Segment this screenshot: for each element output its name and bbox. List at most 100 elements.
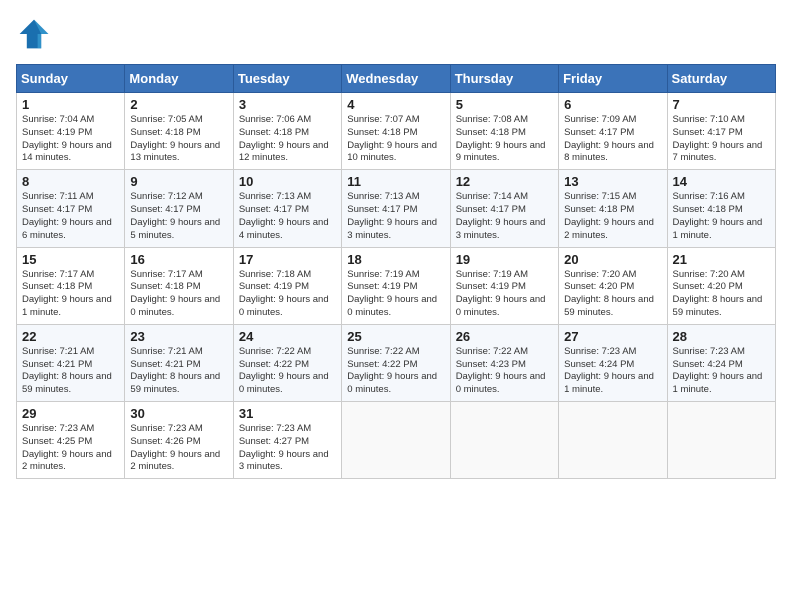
day-info: Sunrise: 7:17 AM Sunset: 4:18 PM Dayligh… <box>130 269 227 320</box>
day-info: Sunrise: 7:19 AM Sunset: 4:19 PM Dayligh… <box>347 269 444 320</box>
day-info: Sunrise: 7:07 AM Sunset: 4:18 PM Dayligh… <box>347 114 444 165</box>
day-info: Sunrise: 7:18 AM Sunset: 4:19 PM Dayligh… <box>239 269 336 320</box>
day-number: 2 <box>130 97 227 112</box>
calendar-cell <box>342 402 450 479</box>
day-info: Sunrise: 7:20 AM Sunset: 4:20 PM Dayligh… <box>673 269 770 320</box>
day-number: 18 <box>347 252 444 267</box>
day-number: 7 <box>673 97 770 112</box>
calendar-cell: 18 Sunrise: 7:19 AM Sunset: 4:19 PM Dayl… <box>342 247 450 324</box>
day-number: 1 <box>22 97 119 112</box>
day-info: Sunrise: 7:19 AM Sunset: 4:19 PM Dayligh… <box>456 269 553 320</box>
day-number: 29 <box>22 406 119 421</box>
day-number: 6 <box>564 97 661 112</box>
calendar-cell: 11 Sunrise: 7:13 AM Sunset: 4:17 PM Dayl… <box>342 170 450 247</box>
day-number: 23 <box>130 329 227 344</box>
calendar-cell: 17 Sunrise: 7:18 AM Sunset: 4:19 PM Dayl… <box>233 247 341 324</box>
calendar-cell <box>450 402 558 479</box>
calendar-week-3: 15 Sunrise: 7:17 AM Sunset: 4:18 PM Dayl… <box>17 247 776 324</box>
calendar-cell: 15 Sunrise: 7:17 AM Sunset: 4:18 PM Dayl… <box>17 247 125 324</box>
calendar-cell: 27 Sunrise: 7:23 AM Sunset: 4:24 PM Dayl… <box>559 324 667 401</box>
day-number: 14 <box>673 174 770 189</box>
calendar-cell <box>559 402 667 479</box>
day-info: Sunrise: 7:22 AM Sunset: 4:22 PM Dayligh… <box>347 346 444 397</box>
day-number: 30 <box>130 406 227 421</box>
logo <box>16 16 58 52</box>
day-info: Sunrise: 7:16 AM Sunset: 4:18 PM Dayligh… <box>673 191 770 242</box>
day-info: Sunrise: 7:10 AM Sunset: 4:17 PM Dayligh… <box>673 114 770 165</box>
day-info: Sunrise: 7:13 AM Sunset: 4:17 PM Dayligh… <box>239 191 336 242</box>
calendar-cell: 16 Sunrise: 7:17 AM Sunset: 4:18 PM Dayl… <box>125 247 233 324</box>
day-header-monday: Monday <box>125 65 233 93</box>
day-info: Sunrise: 7:20 AM Sunset: 4:20 PM Dayligh… <box>564 269 661 320</box>
calendar-cell: 21 Sunrise: 7:20 AM Sunset: 4:20 PM Dayl… <box>667 247 775 324</box>
day-info: Sunrise: 7:17 AM Sunset: 4:18 PM Dayligh… <box>22 269 119 320</box>
calendar-cell: 20 Sunrise: 7:20 AM Sunset: 4:20 PM Dayl… <box>559 247 667 324</box>
day-number: 27 <box>564 329 661 344</box>
day-info: Sunrise: 7:15 AM Sunset: 4:18 PM Dayligh… <box>564 191 661 242</box>
day-number: 8 <box>22 174 119 189</box>
day-number: 19 <box>456 252 553 267</box>
calendar-cell: 6 Sunrise: 7:09 AM Sunset: 4:17 PM Dayli… <box>559 93 667 170</box>
day-number: 28 <box>673 329 770 344</box>
calendar-cell: 5 Sunrise: 7:08 AM Sunset: 4:18 PM Dayli… <box>450 93 558 170</box>
calendar-week-4: 22 Sunrise: 7:21 AM Sunset: 4:21 PM Dayl… <box>17 324 776 401</box>
calendar-cell: 1 Sunrise: 7:04 AM Sunset: 4:19 PM Dayli… <box>17 93 125 170</box>
calendar-cell: 23 Sunrise: 7:21 AM Sunset: 4:21 PM Dayl… <box>125 324 233 401</box>
day-number: 16 <box>130 252 227 267</box>
calendar-week-2: 8 Sunrise: 7:11 AM Sunset: 4:17 PM Dayli… <box>17 170 776 247</box>
calendar-cell: 13 Sunrise: 7:15 AM Sunset: 4:18 PM Dayl… <box>559 170 667 247</box>
calendar-cell: 29 Sunrise: 7:23 AM Sunset: 4:25 PM Dayl… <box>17 402 125 479</box>
logo-icon <box>16 16 52 52</box>
day-info: Sunrise: 7:21 AM Sunset: 4:21 PM Dayligh… <box>22 346 119 397</box>
day-number: 5 <box>456 97 553 112</box>
page-header <box>16 16 776 52</box>
day-number: 24 <box>239 329 336 344</box>
day-number: 11 <box>347 174 444 189</box>
day-info: Sunrise: 7:11 AM Sunset: 4:17 PM Dayligh… <box>22 191 119 242</box>
day-info: Sunrise: 7:13 AM Sunset: 4:17 PM Dayligh… <box>347 191 444 242</box>
day-header-wednesday: Wednesday <box>342 65 450 93</box>
calendar-header-row: SundayMondayTuesdayWednesdayThursdayFrid… <box>17 65 776 93</box>
calendar-cell: 2 Sunrise: 7:05 AM Sunset: 4:18 PM Dayli… <box>125 93 233 170</box>
day-info: Sunrise: 7:05 AM Sunset: 4:18 PM Dayligh… <box>130 114 227 165</box>
calendar-cell: 28 Sunrise: 7:23 AM Sunset: 4:24 PM Dayl… <box>667 324 775 401</box>
day-info: Sunrise: 7:22 AM Sunset: 4:22 PM Dayligh… <box>239 346 336 397</box>
calendar-cell: 22 Sunrise: 7:21 AM Sunset: 4:21 PM Dayl… <box>17 324 125 401</box>
day-number: 21 <box>673 252 770 267</box>
day-header-friday: Friday <box>559 65 667 93</box>
day-info: Sunrise: 7:06 AM Sunset: 4:18 PM Dayligh… <box>239 114 336 165</box>
day-number: 3 <box>239 97 336 112</box>
day-info: Sunrise: 7:23 AM Sunset: 4:24 PM Dayligh… <box>564 346 661 397</box>
day-number: 10 <box>239 174 336 189</box>
day-number: 15 <box>22 252 119 267</box>
day-number: 4 <box>347 97 444 112</box>
day-info: Sunrise: 7:23 AM Sunset: 4:26 PM Dayligh… <box>130 423 227 474</box>
calendar-week-5: 29 Sunrise: 7:23 AM Sunset: 4:25 PM Dayl… <box>17 402 776 479</box>
calendar-cell: 19 Sunrise: 7:19 AM Sunset: 4:19 PM Dayl… <box>450 247 558 324</box>
day-info: Sunrise: 7:12 AM Sunset: 4:17 PM Dayligh… <box>130 191 227 242</box>
calendar-cell: 3 Sunrise: 7:06 AM Sunset: 4:18 PM Dayli… <box>233 93 341 170</box>
day-info: Sunrise: 7:23 AM Sunset: 4:27 PM Dayligh… <box>239 423 336 474</box>
day-info: Sunrise: 7:04 AM Sunset: 4:19 PM Dayligh… <box>22 114 119 165</box>
day-info: Sunrise: 7:14 AM Sunset: 4:17 PM Dayligh… <box>456 191 553 242</box>
day-number: 31 <box>239 406 336 421</box>
calendar-cell: 7 Sunrise: 7:10 AM Sunset: 4:17 PM Dayli… <box>667 93 775 170</box>
calendar-cell: 30 Sunrise: 7:23 AM Sunset: 4:26 PM Dayl… <box>125 402 233 479</box>
day-info: Sunrise: 7:23 AM Sunset: 4:24 PM Dayligh… <box>673 346 770 397</box>
calendar-cell: 9 Sunrise: 7:12 AM Sunset: 4:17 PM Dayli… <box>125 170 233 247</box>
day-header-sunday: Sunday <box>17 65 125 93</box>
calendar-cell: 14 Sunrise: 7:16 AM Sunset: 4:18 PM Dayl… <box>667 170 775 247</box>
day-number: 26 <box>456 329 553 344</box>
day-number: 17 <box>239 252 336 267</box>
day-info: Sunrise: 7:21 AM Sunset: 4:21 PM Dayligh… <box>130 346 227 397</box>
day-header-thursday: Thursday <box>450 65 558 93</box>
calendar-cell: 26 Sunrise: 7:22 AM Sunset: 4:23 PM Dayl… <box>450 324 558 401</box>
calendar-cell: 25 Sunrise: 7:22 AM Sunset: 4:22 PM Dayl… <box>342 324 450 401</box>
day-info: Sunrise: 7:23 AM Sunset: 4:25 PM Dayligh… <box>22 423 119 474</box>
day-number: 9 <box>130 174 227 189</box>
day-info: Sunrise: 7:08 AM Sunset: 4:18 PM Dayligh… <box>456 114 553 165</box>
day-info: Sunrise: 7:09 AM Sunset: 4:17 PM Dayligh… <box>564 114 661 165</box>
day-header-tuesday: Tuesday <box>233 65 341 93</box>
calendar-cell: 8 Sunrise: 7:11 AM Sunset: 4:17 PM Dayli… <box>17 170 125 247</box>
calendar-cell: 10 Sunrise: 7:13 AM Sunset: 4:17 PM Dayl… <box>233 170 341 247</box>
